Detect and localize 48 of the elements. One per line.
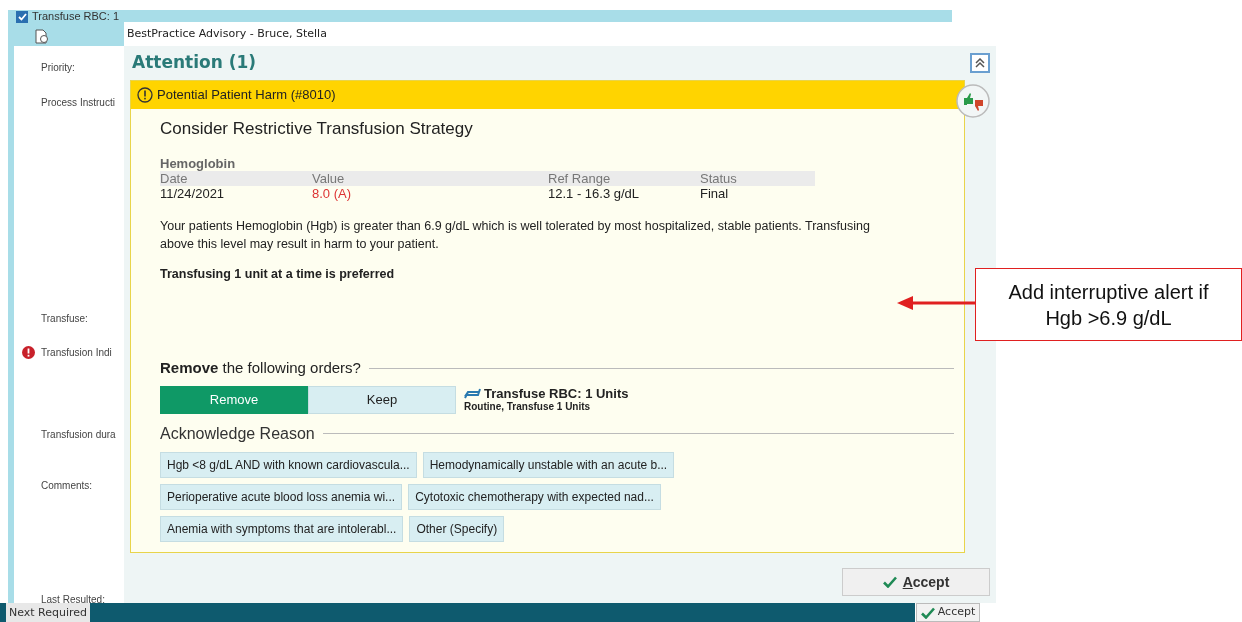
table-cell-text: Final — [700, 185, 730, 204]
column-header: Status — [700, 170, 738, 186]
order-title: Transfuse RBC: 1 — [32, 10, 119, 22]
accept-button[interactable]: Accept — [842, 568, 990, 596]
field-label: Transfuse: — [41, 311, 88, 326]
order-checkbox[interactable] — [16, 11, 28, 23]
alert-title: Consider Restrictive Transfusion Strategy — [160, 118, 474, 140]
order-name: Transfuse RBC: 1 Units — [484, 386, 629, 401]
double-chevron-up-icon — [975, 58, 985, 68]
reason-button[interactable]: Hemodynamically unstable with an acute b... — [422, 451, 675, 478]
reason-button[interactable]: Perioperative acute blood loss anemia wi... — [160, 483, 403, 510]
exclamation-icon — [137, 87, 153, 103]
annotation-text: Add interruptive alert if Hgb >6.9 g/dL — [1007, 279, 1210, 331]
column-header: Value — [312, 170, 346, 186]
order-details: Routine, Transfuse 1 Units — [464, 400, 592, 413]
alert-message: Your patients Hemoglobin (Hgb) is greater than 6.9 g/dL which is well tolerated by most hospitalized, stable patients. Transfusing above this level may result in harm to your patient. — [160, 217, 871, 253]
reason-heading: Acknowledge Reason — [160, 423, 315, 444]
order-action-button[interactable]: Remove — [160, 385, 308, 414]
reason-button[interactable]: Other (Specify) — [409, 515, 505, 542]
next-required-tab[interactable]: Next Required — [6, 603, 91, 622]
field-label: Transfusion Indi — [41, 345, 112, 360]
alert-category: Potential Patient Harm (#8010) — [157, 86, 336, 105]
column-header: Ref Range — [548, 170, 612, 186]
lab-name: Hemoglobin — [160, 155, 237, 171]
checkmark-icon — [882, 576, 897, 588]
field-label: Process Instructi — [41, 95, 115, 110]
reason-button[interactable]: Hgb <8 g/dL AND with known cardiovascula... — [160, 451, 417, 478]
order-action-button[interactable]: Keep — [308, 385, 456, 414]
attention-heading: Attention (1) — [132, 51, 257, 75]
field-label: Comments: — [41, 478, 93, 493]
table-cell-text: 8.0 (A) — [312, 185, 352, 204]
field-label: Transfusion dura — [41, 427, 116, 442]
checkmark-icon — [920, 606, 935, 619]
error-icon — [22, 345, 35, 359]
checkmark-icon — [17, 13, 27, 21]
table-cell-text: 11/24/2021 — [160, 185, 226, 204]
column-header: Date — [160, 170, 188, 186]
collapse-button[interactable] — [970, 53, 990, 73]
reason-button[interactable]: Cytotoxic chemotherapy with expected nad... — [408, 483, 661, 510]
field-label: Priority: — [41, 60, 75, 75]
document-icon — [35, 29, 49, 44]
orders-question: Remove the following orders? — [160, 358, 361, 379]
reason-button[interactable]: Anemia with symptoms that are intolerabl... — [160, 515, 404, 542]
dialog-title: BestPractice Advisory - Bruce, Stella — [127, 25, 327, 42]
footer-accept-button[interactable]: Accept — [916, 603, 980, 622]
accept-label: Accept — [902, 572, 950, 592]
table-cell-text: 12.1 - 16.3 g/dL — [548, 186, 641, 204]
alert-emphasis: Transfusing 1 unit at a time is preferred — [160, 265, 396, 283]
